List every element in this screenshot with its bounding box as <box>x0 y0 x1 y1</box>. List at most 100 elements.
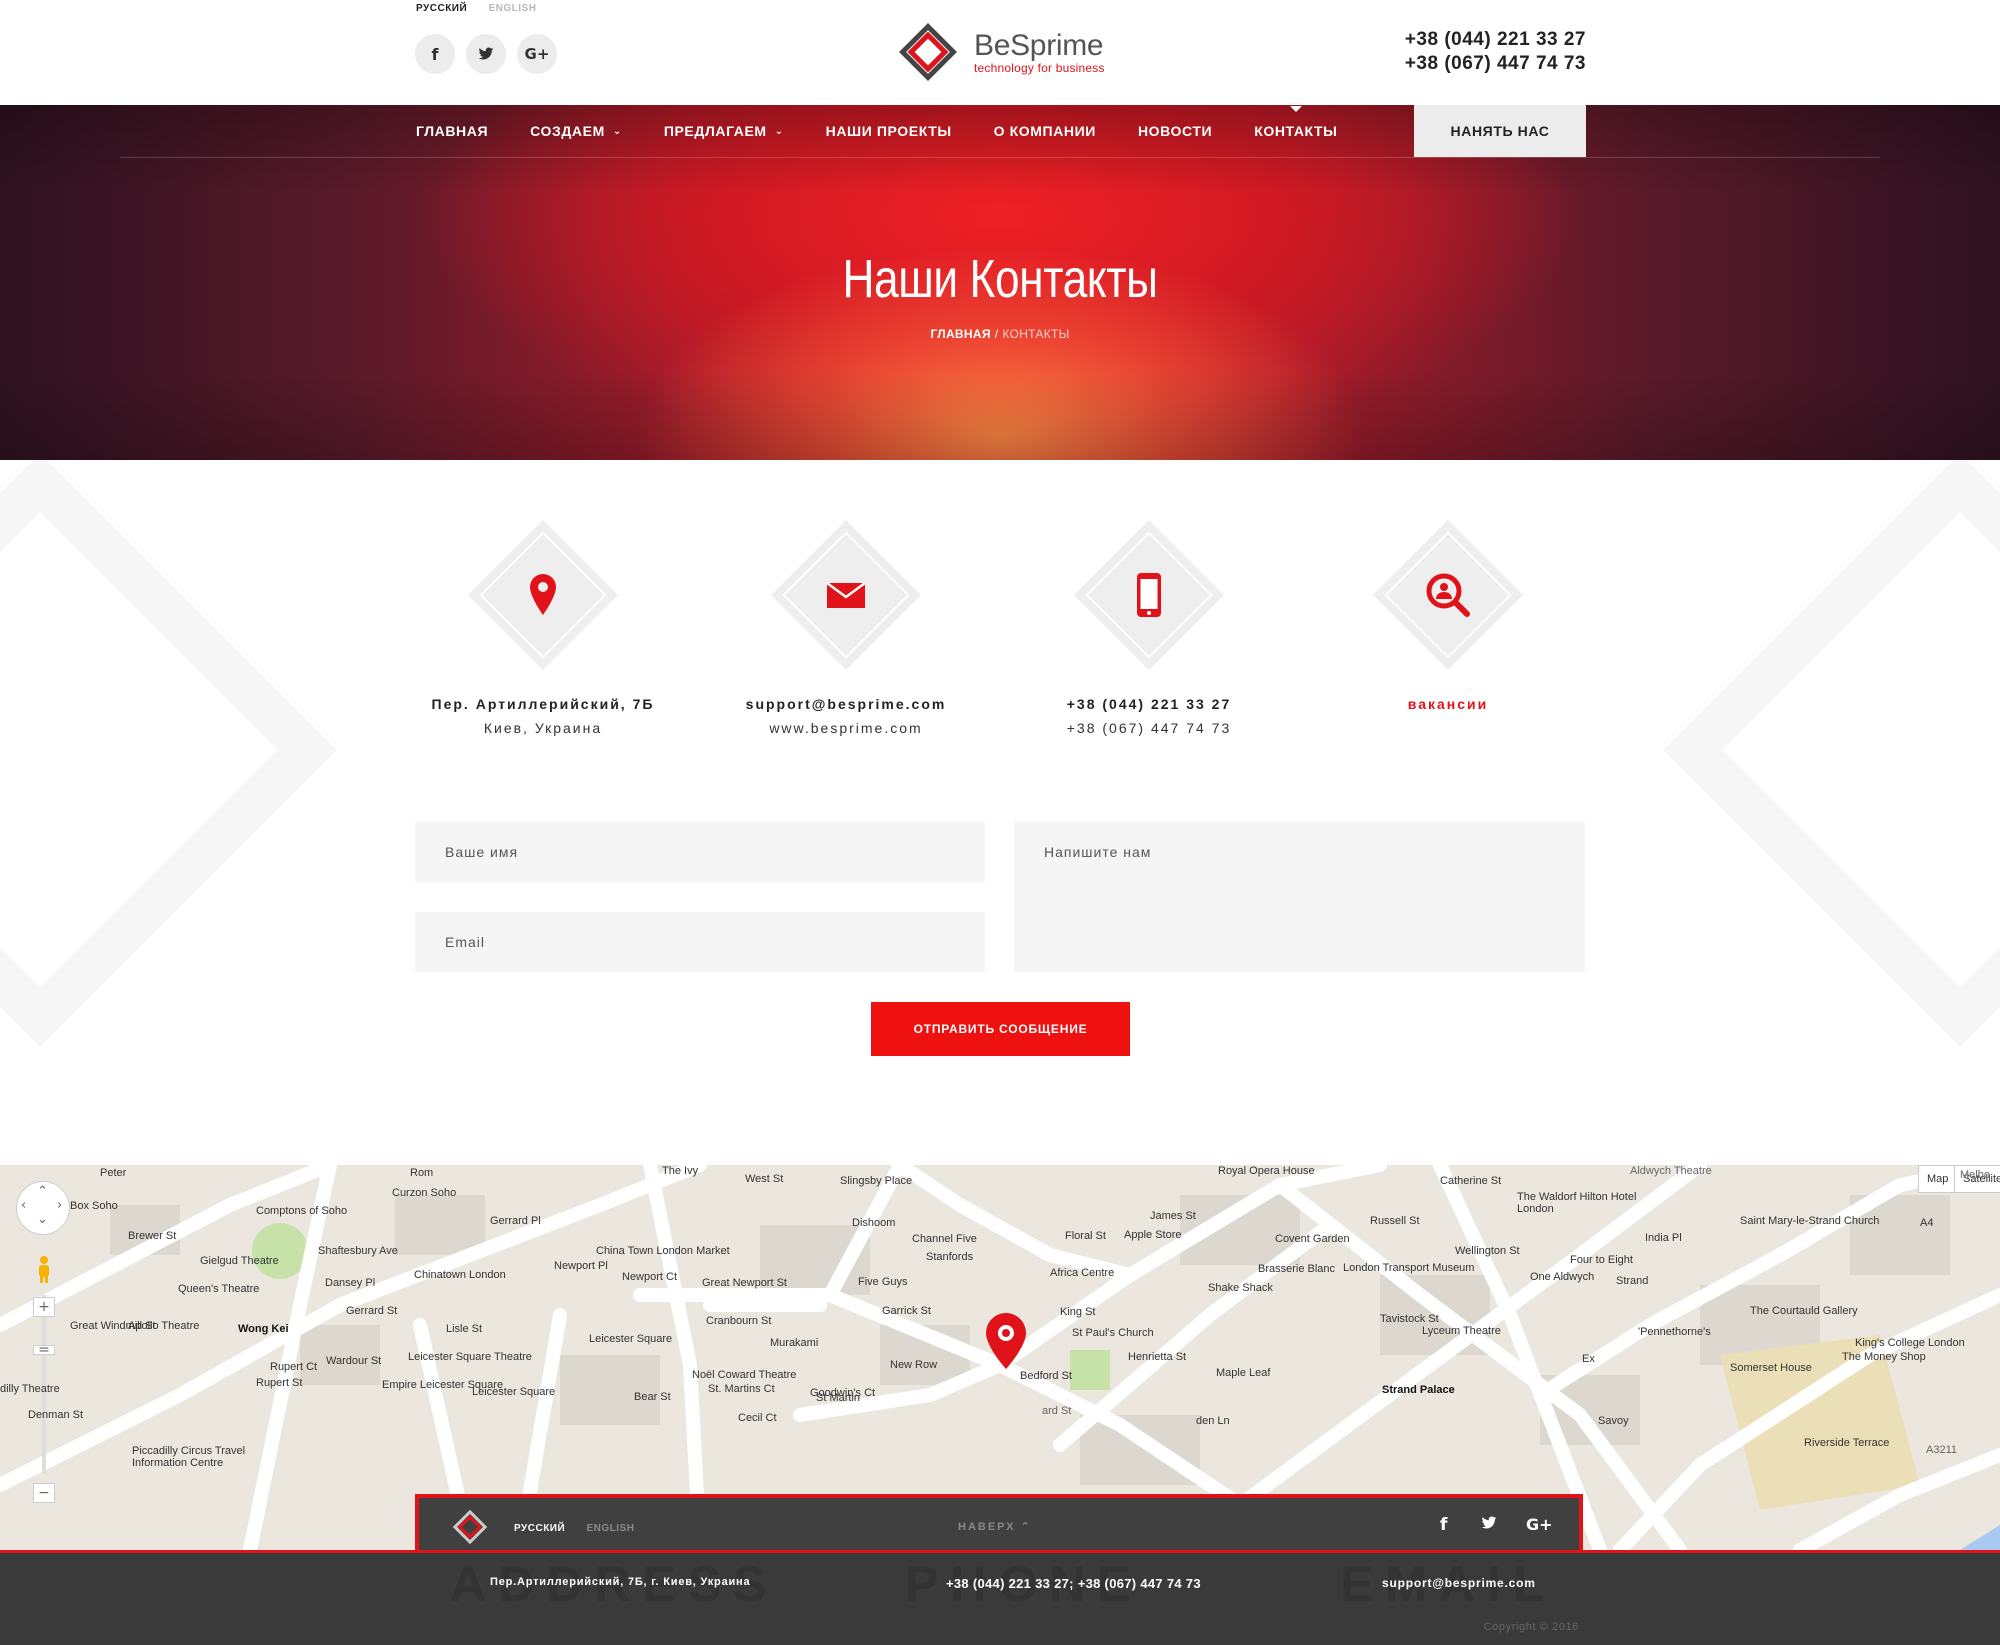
map-label: The Courtauld Gallery <box>1750 1305 1858 1317</box>
nav-item-create[interactable]: СОЗДАЕМ ⌄ <box>530 123 622 139</box>
map-label: Rupert Ct <box>270 1361 318 1373</box>
map-label: Henrietta St <box>1128 1351 1187 1363</box>
map-label: Great Windmill St <box>70 1320 156 1332</box>
footer-phones[interactable]: +38 (044) 221 33 27; +38 (067) 447 74 73 <box>946 1576 1201 1591</box>
map-label: Peter <box>100 1167 127 1179</box>
map-label: Melbo <box>1960 1169 1990 1181</box>
lang-russian[interactable]: РУССКИЙ <box>416 3 467 14</box>
nav-item-offer[interactable]: ПРЕДЛАГАЕМ ⌄ <box>664 123 784 139</box>
map-label: Wardour St <box>326 1355 382 1367</box>
nav-item-projects[interactable]: НАШИ ПРОЕКТЫ <box>826 123 952 139</box>
name-placeholder: Ваше имя <box>445 844 519 860</box>
map-label: Gerrard Pl <box>490 1215 541 1227</box>
nav-item-home[interactable]: ГЛАВНАЯ <box>416 123 488 139</box>
map-label: The Money Shop <box>1842 1351 1926 1363</box>
map-label: Apple Store <box>1124 1229 1182 1241</box>
logo[interactable]: BeSprime technology for business <box>896 20 1105 84</box>
message-placeholder: Напишите нам <box>1044 844 1152 860</box>
zoom-out-button[interactable]: − <box>33 1483 55 1503</box>
logo-tagline: technology for business <box>974 60 1105 75</box>
zoom-in-button[interactable]: + <box>33 1297 55 1317</box>
map-label: ard St <box>1042 1405 1072 1417</box>
map-label: Leicester Square <box>472 1386 556 1398</box>
back-to-top-link[interactable]: НАВЕРХ ⌃ <box>958 1520 1032 1533</box>
message-textarea[interactable]: Напишите нам <box>1014 822 1585 972</box>
vacancies-link[interactable]: вакансии <box>1308 696 1588 712</box>
map-label: Riverside Terrace <box>1804 1437 1890 1449</box>
map-label: Shake Shack <box>1208 1282 1273 1294</box>
breadcrumb-home[interactable]: ГЛАВНАЯ <box>930 327 990 341</box>
footer-email[interactable]: support@besprime.com <box>1382 1576 1536 1590</box>
map-label: Tavistock St <box>1380 1313 1439 1325</box>
phone-line-2[interactable]: +38 (067) 447 74 73 <box>1009 720 1289 736</box>
map-label: Piccadilly Circus Travel Information Cen… <box>132 1445 246 1469</box>
map-label: New Row <box>890 1359 938 1371</box>
zoom-handle[interactable]: = <box>33 1343 55 1357</box>
footer-lang-english[interactable]: ENGLISH <box>586 1523 634 1534</box>
facebook-icon[interactable]: f <box>415 34 455 74</box>
map-label: Ex <box>1582 1353 1595 1365</box>
vacancy-search-icon <box>1426 573 1470 617</box>
map-location-pin-icon[interactable] <box>986 1313 1026 1369</box>
map-label: Catherine St <box>1440 1175 1502 1187</box>
footer-facebook-icon[interactable]: f <box>1440 1515 1447 1535</box>
chevron-up-icon: ⌃ <box>1020 1520 1032 1533</box>
chevron-down-icon: ⌄ <box>612 125 622 137</box>
map-label: China Town London Market <box>596 1245 730 1257</box>
map-label: Comptons of Soho <box>256 1205 348 1217</box>
footer-logo-icon[interactable] <box>451 1508 489 1546</box>
logo-name: BeSprime <box>974 28 1104 62</box>
hire-us-button[interactable]: НАНЯТЬ НАС <box>1414 105 1586 157</box>
map-pan-control[interactable]: ⌃ ⌄ ‹ › <box>16 1181 70 1235</box>
map-label: India Pl <box>1645 1232 1682 1244</box>
map-label: Bedford St <box>1020 1370 1072 1382</box>
map-label: Channel Five <box>912 1233 977 1245</box>
map-label: Gerrard St <box>346 1305 398 1317</box>
map-label: Newport Pl <box>554 1260 608 1272</box>
nav-item-contacts[interactable]: КОНТАКТЫ <box>1254 106 1337 139</box>
map-label: Great Newport St <box>702 1277 787 1289</box>
main-nav: ГЛАВНАЯ СОЗДАЕМ ⌄ ПРЕДЛАГАЕМ ⌄ НАШИ ПРОЕКТ… <box>416 105 1379 157</box>
email-input[interactable]: Email <box>415 912 985 972</box>
footer-twitter-icon[interactable] <box>1481 1515 1497 1535</box>
address-line-2: Киев, Украина <box>483 720 603 736</box>
map-label: St Martin <box>816 1392 861 1404</box>
map-label: Curzon Soho <box>392 1187 457 1199</box>
phone-line-1[interactable]: +38 (044) 221 33 27 <box>1009 696 1289 712</box>
footer-lang-russian[interactable]: РУССКИЙ <box>514 1523 565 1534</box>
footer-google-plus-icon[interactable]: G+ <box>1526 1515 1553 1534</box>
send-message-button[interactable]: ОТПРАВИТЬ СООБЩЕНИЕ <box>871 1002 1130 1056</box>
website-link[interactable]: www.besprime.com <box>706 720 986 736</box>
envelope-icon <box>826 581 866 608</box>
email-link[interactable]: support@besprime.com <box>706 696 986 712</box>
nav-divider <box>120 157 1880 158</box>
map-label: Rom <box>410 1167 434 1179</box>
map-label: Africa Centre <box>1050 1267 1115 1279</box>
google-plus-icon[interactable]: G+ <box>517 34 557 74</box>
map-label: Garrick St <box>882 1305 931 1317</box>
language-switcher: РУССКИЙ ENGLISH <box>416 3 554 14</box>
map-label: St Paul's Church <box>1072 1327 1154 1339</box>
map-label: Maple Leaf <box>1216 1367 1271 1379</box>
nav-item-about[interactable]: О КОМПАНИИ <box>994 123 1096 139</box>
map-label: 'Pennethorne's <box>1638 1326 1711 1338</box>
map-label: London Transport Museum <box>1343 1262 1475 1274</box>
map-label: Box Soho <box>70 1200 118 1212</box>
header-phone-2[interactable]: +38 (067) 447 74 73 <box>1405 52 1586 76</box>
map-label: Royal Opera House <box>1218 1165 1315 1177</box>
map-label: Slingsby Place <box>840 1175 913 1187</box>
lang-english[interactable]: ENGLISH <box>488 3 536 14</box>
twitter-icon[interactable] <box>466 34 506 74</box>
google-map[interactable]: Map Satellite ⌃ ⌄ ‹ › + = − Peter Rom The … <box>0 1165 2000 1550</box>
breadcrumb: ГЛАВНАЯ / КОНТАКТЫ <box>0 327 2000 341</box>
chevron-down-icon: ⌄ <box>774 125 784 137</box>
map-label: Cranbourn St <box>706 1315 772 1327</box>
nav-item-news[interactable]: НОВОСТИ <box>1138 123 1212 139</box>
map-label: Leicester Square <box>589 1333 673 1345</box>
header-phone-1[interactable]: +38 (044) 221 33 27 <box>1405 28 1586 52</box>
name-input[interactable]: Ваше имя <box>415 822 985 882</box>
map-label: Lisle St <box>446 1323 483 1335</box>
street-view-pegman-icon[interactable] <box>34 1255 54 1285</box>
map-label: Newport Ct <box>622 1271 678 1283</box>
map-type-map-button[interactable]: Map <box>1918 1165 1958 1193</box>
